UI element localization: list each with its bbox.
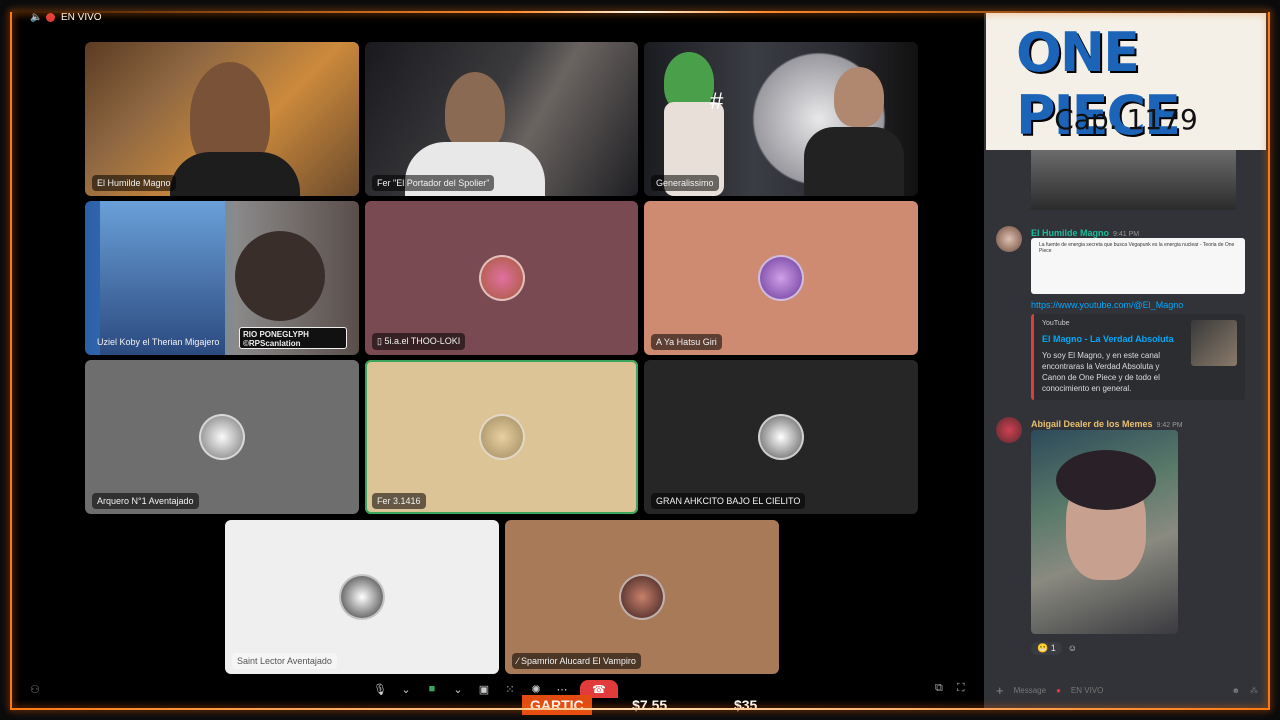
composer-placeholder: Message (1013, 685, 1047, 695)
reaction-pill[interactable]: 😬 1 (1031, 641, 1062, 655)
message-author[interactable]: El Humilde Magno 9:41 PM (1031, 228, 1139, 238)
participant-name: Generalissimo (651, 175, 719, 191)
youtube-link[interactable]: https://www.youtube.com/@El_Magno (1031, 300, 1183, 310)
youtube-embed: YouTube El Magno - La Verdad Absoluta Yo… (1031, 314, 1245, 400)
view-controls: ⧉ ⛶ (935, 682, 965, 695)
participant-name: Fer 3.1416 (372, 493, 426, 509)
message-time: 9:41 PM (1113, 231, 1140, 238)
activity-icon[interactable]: ⚇ (30, 683, 40, 696)
participant-name: Fer "El Portador del Spolier" (372, 175, 495, 191)
camera-icon[interactable]: ■ (424, 682, 440, 696)
participant-body (804, 127, 904, 196)
participant-tile-saint-lector[interactable]: Saint Lector Aventajado (225, 520, 499, 674)
participant-tile-fer-3-1416[interactable]: Fer 3.1416 (365, 360, 638, 514)
participant-tile-fer-portador[interactable]: Fer "El Portador del Spolier" (365, 42, 638, 196)
price-1: $7.55 (632, 697, 668, 713)
participant-name: A Ya Hatsu Giri (651, 334, 722, 350)
meme-photo[interactable] (1031, 430, 1178, 634)
composer-channel: EN VIVO (1070, 685, 1104, 695)
avatar (339, 574, 385, 620)
reaction-count: 1 (1050, 642, 1056, 653)
participant-video (834, 67, 884, 127)
price-2: $35 (733, 697, 758, 713)
avatar[interactable] (996, 226, 1022, 252)
reactions: 😬 1 ☺ (1031, 640, 1077, 656)
participant-tile-generalissimo[interactable]: # Generalissimo (644, 42, 918, 196)
stream-frame: 🔈 EN VIVO El Humilde Magno Fer "El Porta… (0, 0, 1280, 720)
activities-icon[interactable]: ⁙ (502, 682, 518, 696)
add-reaction-icon[interactable]: ☺ (1068, 643, 1077, 653)
participant-video (445, 72, 505, 152)
message-time: 9:42 PM (1156, 422, 1183, 429)
screen-share-icon[interactable]: ▣ (476, 682, 492, 696)
fullscreen-icon[interactable]: ⛶ (957, 682, 965, 695)
participant-tile-uziel-koby[interactable]: RIO PONEGLYPH ©RPScanlation Uziel Koby e… (85, 201, 359, 355)
participant-video (235, 231, 325, 321)
avatar[interactable] (996, 417, 1022, 443)
participant-tile-gran-ahkcito[interactable]: GRAN AHKCITO BAJO EL CIELITO (644, 360, 918, 514)
manga-image[interactable] (1031, 150, 1236, 210)
participant-tile-spamrior-alucard[interactable]: ⁄ Spamrior Alucard El Vampiro (505, 520, 779, 674)
watermark: RIO PONEGLYPH ©RPScanlation (239, 327, 347, 349)
participant-tile-el-humilde-magno[interactable]: El Humilde Magno (85, 42, 359, 196)
person-hair (1056, 450, 1156, 510)
embed-title[interactable]: El Magno - La Verdad Absoluta (1042, 334, 1174, 344)
preview-title: La fuente de energia secreta que busca V… (1039, 242, 1235, 254)
participant-name: Uziel Koby el Therian Migajero (97, 337, 220, 347)
avatar (758, 255, 804, 301)
participant-name: ⁄ Spamrior Alucard El Vampiro (512, 653, 641, 669)
chapter-label: Cap. 1179 (1054, 103, 1198, 136)
chevron-down-icon[interactable]: ⌄ (398, 682, 414, 696)
emoji-icon[interactable]: ☻ (1232, 686, 1240, 695)
avatar (478, 255, 525, 301)
avatar (758, 414, 804, 460)
participant-name: ▯ 5i.a.el THOO-LOKI (372, 333, 466, 350)
link-preview-image[interactable]: La fuente de energia secreta que busca V… (1031, 238, 1245, 294)
stream-ticker: GARTIC $7.55 $35 (522, 694, 784, 716)
author-name: El Humilde Magno (1031, 228, 1110, 238)
gartic-label: GARTIC (522, 695, 592, 715)
frame-glow-bottom (10, 708, 1270, 710)
participant-name: Arquero N°1 Aventajado (92, 493, 199, 509)
participant-tile-arquero[interactable]: Arquero N°1 Aventajado (85, 360, 359, 514)
hash-icon: # (710, 88, 724, 115)
participant-name-text: Spamrior Alucard El Vampiro (521, 656, 636, 666)
live-dot-icon (46, 13, 55, 22)
frame-glow-top (10, 11, 1270, 13)
embed-source: YouTube (1042, 320, 1070, 327)
microphone-icon[interactable]: 🎙 (372, 682, 388, 696)
chevron-down-icon[interactable]: ⌄ (450, 682, 466, 696)
grimace-emoji-icon: 😬 (1037, 642, 1051, 653)
apps-icon[interactable]: ⁂ (1250, 686, 1258, 695)
anime-art (100, 201, 225, 355)
live-indicator: 🔈 EN VIVO (30, 12, 102, 23)
plus-icon[interactable]: + (996, 683, 1004, 698)
embed-description: Yo soy El Magno, y en este canal encontr… (1042, 351, 1160, 393)
message-composer[interactable]: + Message ● EN VIVO ☻ ⁂ (996, 680, 1258, 700)
speaker-icon[interactable]: 🔈 (30, 12, 42, 23)
live-label: EN VIVO (61, 12, 102, 23)
frame-glow-right (1268, 12, 1270, 708)
avatar (619, 574, 665, 620)
avatar (199, 414, 245, 460)
participant-tile-thoo-loki[interactable]: ▯ 5i.a.el THOO-LOKI (365, 201, 638, 355)
message-author[interactable]: Abigail Dealer de los Memes 9:42 PM (1031, 419, 1183, 429)
frame-glow-left (10, 12, 12, 708)
avatar (478, 414, 525, 460)
author-name: Abigail Dealer de los Memes (1031, 419, 1153, 429)
participant-body (170, 152, 300, 196)
participant-name: GRAN AHKCITO BAJO EL CIELITO (651, 493, 806, 509)
embed-thumbnail[interactable] (1191, 320, 1237, 366)
live-dot-icon: ● (1056, 685, 1061, 695)
participant-name: El Humilde Magno (92, 175, 176, 191)
participant-name: Saint Lector Aventajado (232, 653, 337, 669)
popout-icon[interactable]: ⧉ (935, 682, 943, 695)
participant-name-text: 5i.a.el THOO-LOKI (384, 336, 461, 346)
participant-tile-ya-hatsu-giri[interactable]: A Ya Hatsu Giri (644, 201, 918, 355)
one-piece-overlay: ONE PIECE Cap. 1179 (986, 13, 1266, 150)
